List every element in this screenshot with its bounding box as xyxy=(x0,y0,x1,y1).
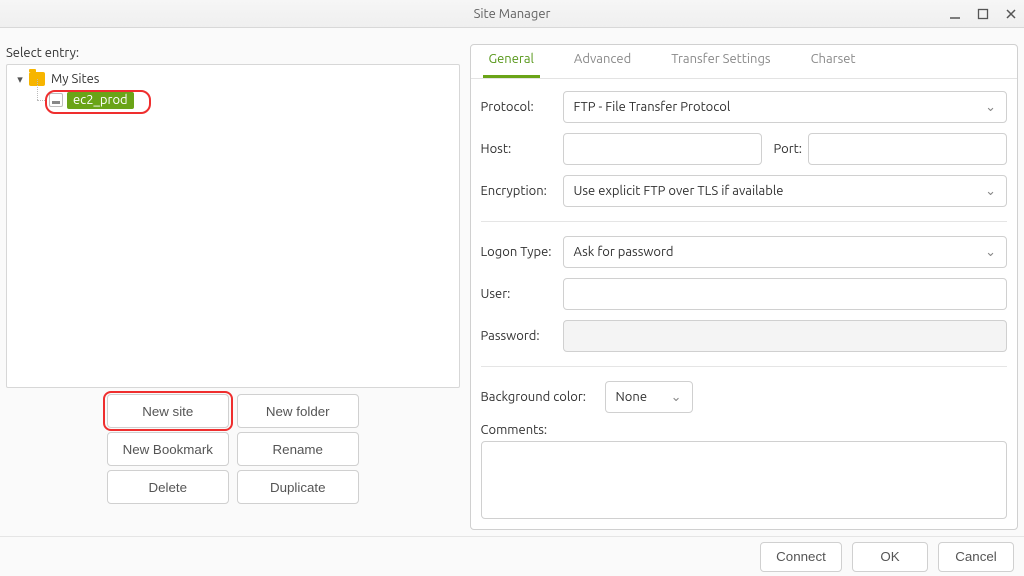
chevron-down-icon: ⌄ xyxy=(985,245,996,260)
new-site-button[interactable]: New site xyxy=(107,394,229,428)
tree-site-label: ec2_prod xyxy=(67,92,134,109)
separator xyxy=(481,221,1007,222)
host-label: Host: xyxy=(481,142,563,156)
encryption-label: Encryption: xyxy=(481,184,563,198)
close-icon[interactable] xyxy=(1004,7,1018,21)
logon-type-label: Logon Type: xyxy=(481,245,563,259)
separator xyxy=(481,366,1007,367)
tab-advanced[interactable]: Advanced xyxy=(568,44,637,78)
new-folder-button[interactable]: New folder xyxy=(237,394,359,428)
port-input[interactable] xyxy=(808,133,1007,165)
logon-type-value: Ask for password xyxy=(574,245,674,259)
cancel-button[interactable]: Cancel xyxy=(938,542,1014,572)
tab-charset[interactable]: Charset xyxy=(805,44,862,78)
background-color-value: None xyxy=(616,390,648,404)
ok-button[interactable]: OK xyxy=(852,542,928,572)
host-input[interactable] xyxy=(563,133,762,165)
new-bookmark-button[interactable]: New Bookmark xyxy=(107,432,229,466)
chevron-down-icon: ⌄ xyxy=(671,390,682,405)
tree-root-row[interactable]: ▾ My Sites xyxy=(13,69,453,89)
connect-button[interactable]: Connect xyxy=(760,542,842,572)
encryption-select[interactable]: Use explicit FTP over TLS if available ⌄ xyxy=(563,175,1007,207)
background-color-label: Background color: xyxy=(481,390,605,404)
background-color-select[interactable]: None ⌄ xyxy=(605,381,693,413)
tree-connector xyxy=(31,89,49,111)
window-title: Site Manager xyxy=(474,7,551,21)
password-label: Password: xyxy=(481,329,563,343)
duplicate-button[interactable]: Duplicate xyxy=(237,470,359,504)
titlebar: Site Manager xyxy=(0,0,1024,28)
site-action-buttons: New site New folder New Bookmark Rename … xyxy=(6,394,460,504)
server-icon xyxy=(49,93,63,107)
chevron-down-icon: ⌄ xyxy=(985,184,996,199)
chevron-down-icon[interactable]: ▾ xyxy=(13,73,27,86)
protocol-label: Protocol: xyxy=(481,100,563,114)
tab-general[interactable]: General xyxy=(483,44,540,78)
settings-panel: General Advanced Transfer Settings Chars… xyxy=(470,44,1018,530)
tree-root-label: My Sites xyxy=(51,72,99,86)
minimize-icon[interactable] xyxy=(948,7,962,21)
chevron-down-icon: ⌄ xyxy=(985,100,996,115)
protocol-value: FTP - File Transfer Protocol xyxy=(574,100,731,114)
port-label: Port: xyxy=(774,142,802,156)
user-input[interactable] xyxy=(563,278,1007,310)
tab-transfer-settings[interactable]: Transfer Settings xyxy=(665,44,776,78)
protocol-select[interactable]: FTP - File Transfer Protocol ⌄ xyxy=(563,91,1007,123)
tab-bar: General Advanced Transfer Settings Chars… xyxy=(471,45,1017,79)
delete-button[interactable]: Delete xyxy=(107,470,229,504)
site-tree[interactable]: ▾ My Sites ec2_prod xyxy=(6,64,460,388)
logon-type-select[interactable]: Ask for password ⌄ xyxy=(563,236,1007,268)
select-entry-label: Select entry: xyxy=(6,46,460,60)
dialog-footer: Connect OK Cancel xyxy=(0,536,1024,576)
comments-textarea[interactable] xyxy=(481,441,1007,519)
rename-button[interactable]: Rename xyxy=(237,432,359,466)
maximize-icon[interactable] xyxy=(976,7,990,21)
tree-site-row[interactable]: ec2_prod xyxy=(31,89,453,111)
comments-label: Comments: xyxy=(481,423,1007,437)
user-label: User: xyxy=(481,287,563,301)
encryption-value: Use explicit FTP over TLS if available xyxy=(574,184,784,198)
password-input xyxy=(563,320,1007,352)
